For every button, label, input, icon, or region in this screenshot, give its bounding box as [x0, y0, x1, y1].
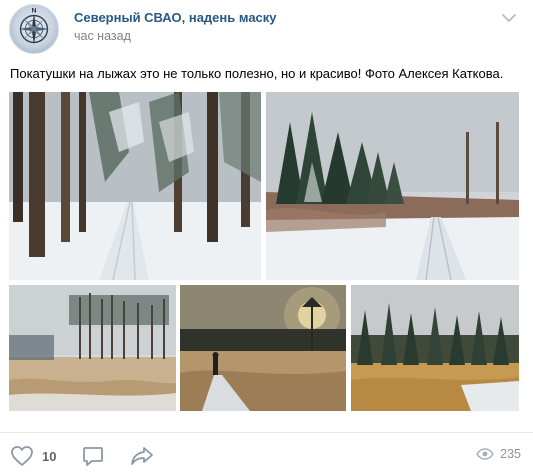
post-text: Покатушки на лыжах это не только полезно… — [10, 66, 504, 81]
photo-forest-ski-track[interactable] — [9, 92, 261, 280]
share-button[interactable] — [130, 445, 154, 467]
comment-icon — [83, 447, 103, 466]
avatar-letter: N — [32, 8, 37, 15]
eye-icon — [476, 448, 494, 460]
photo-skier-sunset[interactable] — [180, 285, 346, 411]
action-bar: 10 235 — [0, 432, 533, 475]
post-card: N Северный СВАО, надень маску час назад … — [0, 0, 533, 475]
author-name[interactable]: Северный СВАО, надень маску — [74, 10, 277, 25]
compass-icon: N — [18, 8, 50, 45]
views-count: 235 — [500, 447, 521, 461]
share-icon — [131, 447, 153, 465]
like-button[interactable]: 10 — [10, 445, 56, 467]
post-time[interactable]: час назад — [74, 29, 131, 43]
photo-golden-meadow[interactable] — [351, 285, 519, 411]
heart-icon — [11, 446, 33, 466]
photo-firs-snowfield[interactable] — [266, 92, 519, 280]
chevron-down-icon[interactable] — [500, 11, 518, 25]
like-count: 10 — [42, 448, 57, 464]
avatar[interactable]: N — [9, 4, 59, 54]
photo-pines-field[interactable] — [9, 285, 176, 411]
views-counter: 235 — [476, 447, 521, 461]
comment-button[interactable] — [82, 445, 104, 467]
